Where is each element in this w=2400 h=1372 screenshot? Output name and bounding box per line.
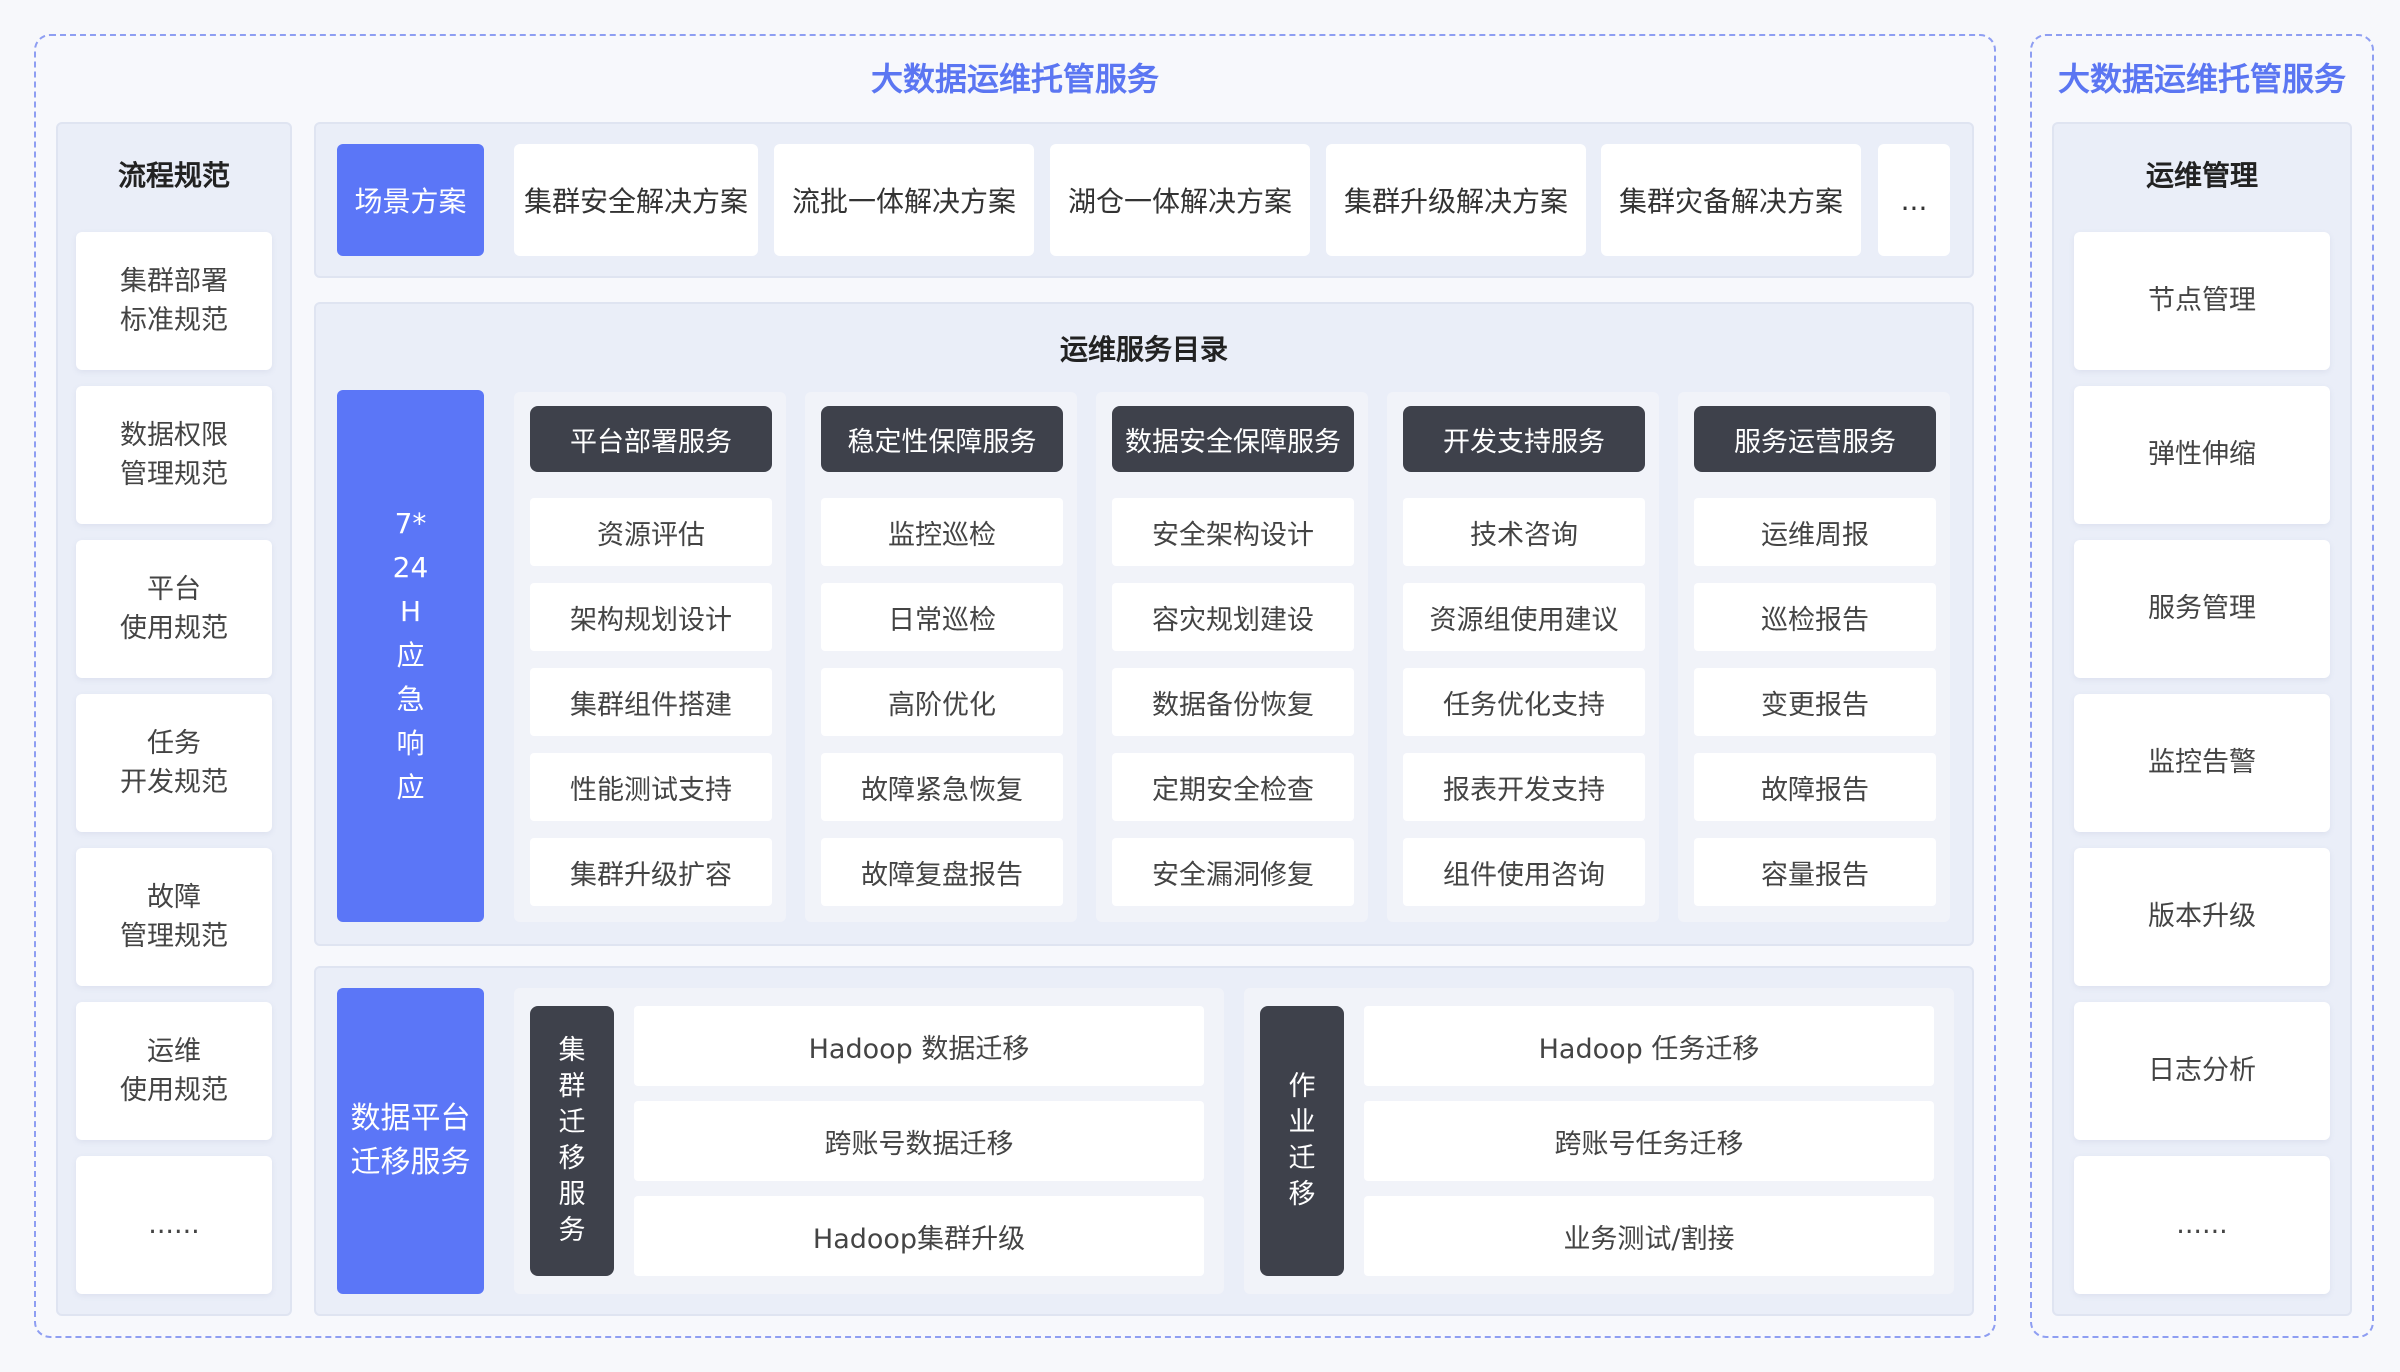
scene-solution-item: 集群升级解决方案 [1326,144,1586,256]
process-standard-item: 集群部署 标准规范 [76,232,272,370]
migration-item: 跨账号任务迁移 [1364,1101,1934,1181]
service-column-header: 平台部署服务 [530,406,772,472]
service-item: 变更报告 [1694,668,1936,736]
migration-item: 业务测试/割接 [1364,1196,1934,1276]
service-item: 集群组件搭建 [530,668,772,736]
service-column-header: 服务运营服务 [1694,406,1936,472]
service-item: 高阶优化 [821,668,1063,736]
migration-group-label: 作 业 迁 移 [1260,1006,1344,1276]
service-item: 数据备份恢复 [1112,668,1354,736]
service-item: 定期安全检查 [1112,753,1354,821]
service-item: 技术咨询 [1403,498,1645,566]
migration-group-label: 集 群 迁 移 服 务 [530,1006,614,1276]
service-item: 组件使用咨询 [1403,838,1645,906]
process-standard-item: 故障 管理规范 [76,848,272,986]
service-item: 运维周报 [1694,498,1936,566]
process-standards-title: 流程规范 [117,159,230,192]
service-item: 日常巡检 [821,583,1063,651]
service-item: 容量报告 [1694,838,1936,906]
ops-management-item: 服务管理 [2074,540,2330,678]
service-column-header: 数据安全保障服务 [1112,406,1354,472]
migration-item: Hadoop 数据迁移 [634,1006,1204,1086]
migration-item: 跨账号数据迁移 [634,1101,1204,1181]
scene-solution-item: 流批一体解决方案 [774,144,1034,256]
service-column-header: 稳定性保障服务 [821,406,1063,472]
ops-management-title: 运维管理 [2145,159,2258,192]
service-item: 故障复盘报告 [821,838,1063,906]
service-item: 资源组使用建议 [1403,583,1645,651]
service-item: 故障紧急恢复 [821,753,1063,821]
ops-management-item: 弹性伸缩 [2074,386,2330,524]
right-title: 大数据运维托管服务 [2057,60,2346,98]
service-item: 监控巡检 [821,498,1063,566]
service-item: 报表开发支持 [1403,753,1645,821]
scene-solution-item: 集群灾备解决方案 [1601,144,1861,256]
scene-solution-item: ... [1878,144,1950,256]
service-item: 巡检报告 [1694,583,1936,651]
service-item: 容灾规划建设 [1112,583,1354,651]
migration-item: Hadoop 任务迁移 [1364,1006,1934,1086]
ops-management-item: 日志分析 [2074,1002,2330,1140]
service-item: 任务优化支持 [1403,668,1645,736]
main-title: 大数据运维托管服务 [870,60,1159,98]
service-column-header: 开发支持服务 [1403,406,1645,472]
service-item: 资源评估 [530,498,772,566]
service-item: 架构规划设计 [530,583,772,651]
scene-label: 场景方案 [337,144,484,256]
process-standard-item: 平台 使用规范 [76,540,272,678]
service-item: 安全漏洞修复 [1112,838,1354,906]
ops-management-item: 版本升级 [2074,848,2330,986]
service-item: 集群升级扩容 [530,838,772,906]
scene-solution-item: 湖仓一体解决方案 [1050,144,1310,256]
service-item: 故障报告 [1694,753,1936,821]
process-standard-item: 运维 使用规范 [76,1002,272,1140]
service-item: 性能测试支持 [530,753,772,821]
emergency-response-label: 7* 24 H 应 急 响 应 [337,390,484,922]
process-standard-item: ...... [76,1156,272,1294]
ops-management-item: 节点管理 [2074,232,2330,370]
service-item: 安全架构设计 [1112,498,1354,566]
ops-management-item: 监控告警 [2074,694,2330,832]
migration-item: Hadoop集群升级 [634,1196,1204,1276]
scene-solution-item: 集群安全解决方案 [514,144,758,256]
process-standard-item: 任务 开发规范 [76,694,272,832]
catalog-title: 运维服务目录 [1059,333,1228,366]
process-standard-item: 数据权限 管理规范 [76,386,272,524]
migration-label: 数据平台 迁移服务 [337,988,484,1294]
ops-management-item: ...... [2074,1156,2330,1294]
